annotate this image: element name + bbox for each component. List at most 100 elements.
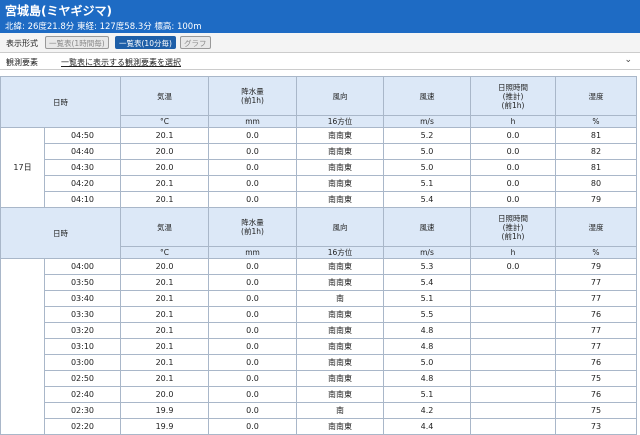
table-row: 02:50 20.1 0.0 南南東 4.8 75 (1, 370, 637, 387)
header-column: 日照時間 (推計) (前1h) (470, 76, 556, 116)
value-cell: 南南東 (296, 175, 384, 192)
header-column: 湿度 (555, 207, 637, 247)
value-cell: 南南東 (296, 127, 384, 144)
value-cell: 0.0 (470, 191, 556, 208)
value-cell: 0.0 (208, 322, 297, 339)
value-cell: 0.0 (470, 127, 556, 144)
value-cell: 82 (555, 143, 637, 160)
value-cell: 20.0 (120, 258, 209, 275)
value-cell: 4.4 (383, 418, 471, 435)
value-cell: 20.1 (120, 322, 209, 339)
value-cell (470, 338, 556, 355)
unit-cell: h (470, 246, 556, 259)
header-column: 気温 (120, 207, 209, 247)
time-cell: 03:50 (44, 274, 121, 291)
header-column: 風向 (296, 207, 384, 247)
header-column: 風速 (383, 207, 471, 247)
unit-cell: % (555, 115, 637, 128)
value-cell: 5.0 (383, 143, 471, 160)
value-cell: 0.0 (208, 258, 297, 275)
station-coords: 北緯: 26度21.8分 東経: 127度58.3分 標高: 100m (5, 22, 202, 32)
table-row: 03:40 20.1 0.0 南 5.1 77 (1, 290, 637, 307)
value-cell: 南 (296, 402, 384, 419)
elements-label: 観測要素 (6, 58, 38, 67)
header-column: 風向 (296, 76, 384, 116)
value-cell: 4.8 (383, 338, 471, 355)
value-cell: 20.1 (120, 127, 209, 144)
time-cell: 04:00 (44, 258, 121, 275)
value-cell: 19.9 (120, 402, 209, 419)
value-cell: 0.0 (208, 370, 297, 387)
time-cell: 03:00 (44, 354, 121, 371)
value-cell: 南南東 (296, 258, 384, 275)
time-cell: 03:40 (44, 290, 121, 307)
header-column: 日照時間 (推計) (前1h) (470, 207, 556, 247)
value-cell: 0.0 (208, 175, 297, 192)
station-header: 宮城島(ミヤギジマ) 北緯: 26度21.8分 東経: 127度58.3分 標高… (0, 0, 640, 33)
value-cell: 19.9 (120, 418, 209, 435)
unit-cell: °C (120, 246, 209, 259)
station-title: 宮城島(ミヤギジマ) (5, 4, 112, 18)
value-cell: 76 (555, 386, 637, 403)
value-cell: 76 (555, 306, 637, 323)
value-cell: 南南東 (296, 338, 384, 355)
table-row: 04:30 20.0 0.0 南南東 5.0 0.0 81 (1, 159, 637, 176)
value-cell: 0.0 (470, 175, 556, 192)
value-cell: 5.0 (383, 354, 471, 371)
value-cell: 0.0 (208, 418, 297, 435)
date-cell-empty (0, 258, 45, 435)
table-row: 03:10 20.1 0.0 南南東 4.8 77 (1, 338, 637, 355)
value-cell: 4.8 (383, 370, 471, 387)
value-cell: 81 (555, 159, 637, 176)
unit-cell: °C (120, 115, 209, 128)
value-cell: 0.0 (208, 402, 297, 419)
value-cell: 0.0 (208, 159, 297, 176)
chevron-down-icon[interactable]: ⌄ (624, 55, 632, 65)
ten-minute-table-button[interactable]: 一覧表(10分毎) (115, 36, 176, 49)
value-cell: 73 (555, 418, 637, 435)
header-column: 湿度 (555, 76, 637, 116)
value-cell: 20.1 (120, 306, 209, 323)
value-cell: 77 (555, 322, 637, 339)
table-row: 17日 04:50 20.1 0.0 南南東 5.2 0.0 81 (0, 127, 637, 208)
value-cell (470, 306, 556, 323)
value-cell: 20.1 (120, 191, 209, 208)
time-cell: 03:20 (44, 322, 121, 339)
header-column: 風速 (383, 76, 471, 116)
table-row: 04:10 20.1 0.0 南南東 5.4 0.0 79 (1, 191, 637, 208)
value-cell: 南南東 (296, 418, 384, 435)
observation-table: 日時 気温 降水量 (前1h) 風向 風速 日照時間 (推計) (前1h) 湿度 °C mm 16方位 m… (0, 76, 637, 435)
value-cell: 77 (555, 274, 637, 291)
value-cell: 0.0 (208, 386, 297, 403)
value-cell: 20.0 (120, 159, 209, 176)
table-row: 04:00 20.0 0.0 南南東 5.3 0.0 79 (0, 258, 637, 435)
time-cell: 03:30 (44, 306, 121, 323)
value-cell: 0.0 (470, 143, 556, 160)
value-cell: 20.0 (120, 386, 209, 403)
value-cell: 76 (555, 354, 637, 371)
value-cell: 5.0 (383, 159, 471, 176)
value-cell: 5.3 (383, 258, 471, 275)
unit-cell: 16方位 (296, 115, 384, 128)
unit-cell: mm (208, 246, 297, 259)
select-elements-link[interactable]: 一覧表に表示する観測要素を選択 (61, 57, 181, 68)
value-cell: 20.0 (120, 143, 209, 160)
unit-cell: % (555, 246, 637, 259)
time-cell: 02:20 (44, 418, 121, 435)
hourly-table-button[interactable]: 一覧表(1時間毎) (45, 36, 109, 49)
header-datetime: 日時 (0, 207, 121, 259)
value-cell: 20.1 (120, 290, 209, 307)
value-cell: 20.1 (120, 175, 209, 192)
table-row: 03:20 20.1 0.0 南南東 4.8 77 (1, 322, 637, 339)
value-cell (470, 370, 556, 387)
table-row: 02:30 19.9 0.0 南 4.2 75 (1, 402, 637, 419)
value-cell: 5.2 (383, 127, 471, 144)
value-cell: 5.1 (383, 386, 471, 403)
time-cell: 04:10 (44, 191, 121, 208)
value-cell (470, 418, 556, 435)
value-cell: 南南東 (296, 306, 384, 323)
value-cell: 4.8 (383, 322, 471, 339)
table-row: 04:40 20.0 0.0 南南東 5.0 0.0 82 (1, 143, 637, 160)
value-cell: 0.0 (208, 143, 297, 160)
graph-button[interactable]: グラフ (180, 36, 211, 49)
